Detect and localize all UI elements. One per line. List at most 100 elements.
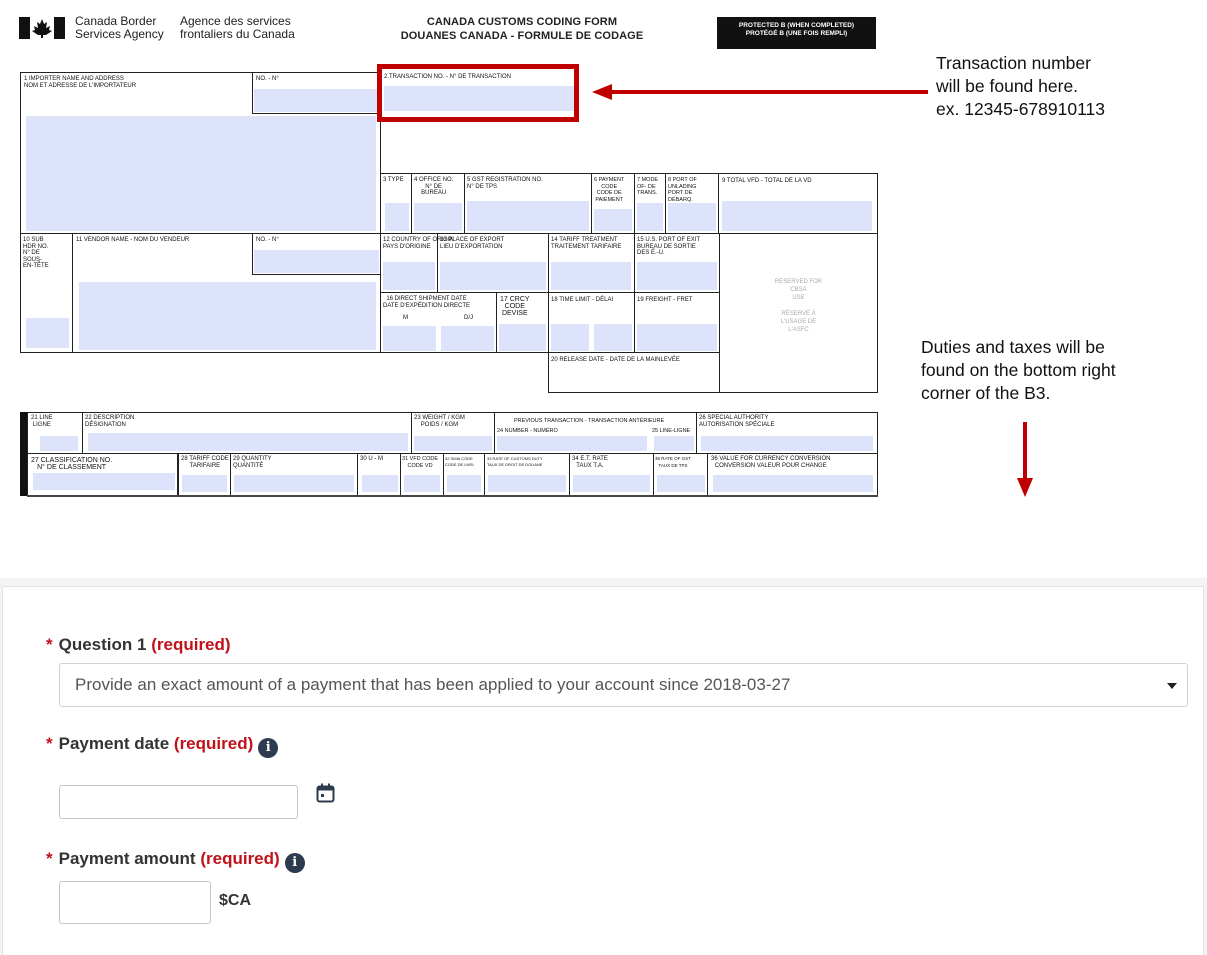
field-25-label: 25 LINE-LIGNE: [652, 428, 691, 434]
field-29-fill: [234, 475, 354, 492]
field-22-fill: [88, 433, 408, 451]
field-25-fill: [654, 436, 694, 451]
field-20-label: 20 RELEASE DATE - DATE DE LA MAINLEVÉE: [551, 357, 680, 363]
field-3-label: 3 TYPE: [383, 177, 404, 183]
duties-taxes-note: Duties and taxes will be found on the bo…: [921, 337, 1116, 403]
transaction-highlight-box: [377, 64, 579, 122]
field-28-label: 28 TARIFF CODE TARIFAIRE: [181, 456, 229, 469]
field-4-label: 4 OFFICE NO. N° DE BUREAU: [414, 177, 454, 196]
field-31-label: 31 VFD CODE CODE VD: [402, 456, 439, 469]
field-35-fill: [657, 475, 705, 492]
field-30-fill: [362, 475, 398, 492]
field-33-fill: [488, 475, 566, 492]
field-10-label: 10 SUB HDR NO. N° DE SOUS- EN-TÊTE: [23, 237, 49, 269]
field-6-fill: [594, 209, 632, 231]
field-32-label: 32 SIMA CODE CODE DE LMSI: [445, 456, 474, 467]
field-21-label: 21 LINE LIGNE: [31, 415, 53, 428]
field-16-month-label: M: [403, 315, 408, 321]
field-19-fill: [637, 324, 717, 351]
field-34-fill: [573, 475, 650, 492]
field-6-label: 6 PAYMENT CODE CODE DE PAIEMENT: [594, 177, 625, 203]
payment-date-text: Payment date: [58, 734, 170, 753]
field-16-month-fill: [383, 326, 436, 351]
question-1-label: * Question 1 (required): [46, 635, 231, 655]
field-1-label: 1 IMPORTER NAME AND ADDRESS NOM ET ADRES…: [24, 76, 137, 89]
vendor-no-label: NO. - N°: [256, 237, 279, 243]
payment-amount-input[interactable]: [59, 881, 211, 924]
importer-no-fill: [254, 89, 379, 112]
field-23-label: 23 WEIGHT / KGM POIDS / KGM: [414, 415, 465, 428]
field-29-label: 29 QUANTITY QUANTITÉ: [233, 456, 272, 469]
field-32-fill: [447, 475, 481, 492]
reserved-cbsa-label: RESERVED FOR CBSA USE RÉSERVÉ À L'USAGE …: [774, 279, 823, 333]
field-28-fill: [182, 475, 227, 492]
field-17-label: 17 CRCY CODE DEVISE: [500, 296, 530, 317]
field-36-fill: [713, 475, 873, 492]
field-27-label: 27 CLASSIFICATION NO. N° DE CLASSEMENT: [31, 457, 113, 471]
field-30-label: 30 U - M: [360, 456, 384, 462]
payment-date-input[interactable]: [59, 785, 298, 819]
importer-address-fill: [26, 116, 376, 231]
transaction-number-note: Transaction number will be found here. e…: [936, 53, 1105, 119]
required-indicator: (required): [173, 734, 254, 753]
field-14-label: 14 TARIFF TREATMENT TRAITEMENT TARIFAIRE: [551, 237, 622, 250]
field-11-label: 11 VENDOR NAME - NOM DU VENDEUR: [76, 237, 190, 243]
field-13-fill: [440, 262, 546, 290]
field-18-fill-a: [551, 324, 589, 351]
field-24-fill: [497, 436, 647, 451]
field-9-fill: [722, 201, 872, 231]
arrow-down-icon: [1017, 422, 1033, 497]
info-icon[interactable]: i: [258, 738, 279, 758]
field-21-fill: [40, 436, 78, 451]
required-star: *: [46, 734, 53, 753]
caret-down-icon: [1167, 683, 1177, 689]
field-8-fill: [668, 203, 716, 231]
required-indicator: (required): [151, 635, 231, 654]
payment-amount-text: Payment amount: [58, 849, 196, 868]
vendor-name-fill: [79, 282, 376, 350]
field-7-fill: [637, 203, 663, 231]
field-33-label: 33 RATE OF CUSTOMS DUTY TAUX DE DROIT DE…: [487, 456, 543, 467]
field-5-label: 5 GST REGISTRATION NO. N° DE TPS: [467, 177, 543, 190]
field-5-fill: [467, 201, 589, 231]
payment-amount-label: * Payment amount (required) i: [46, 849, 305, 873]
field-26-fill: [701, 436, 873, 451]
form-title: CANADA CUSTOMS CODING FORM DOUANES CANADA…: [400, 16, 644, 42]
field-7-label: 7 MODE OF- DE TRANS.: [637, 177, 659, 196]
field-10-fill: [26, 318, 69, 348]
canada-flag-icon: [19, 17, 65, 39]
field-13-label: 13 PLACE OF EXPORT LIEU D'EXPORTATION: [440, 237, 505, 250]
question-1-select[interactable]: Provide an exact amount of a payment tha…: [59, 663, 1188, 707]
field-16-day-fill: [441, 326, 494, 351]
required-indicator: (required): [200, 849, 280, 868]
field-23-fill: [414, 436, 492, 451]
calendar-icon[interactable]: [316, 783, 335, 803]
currency-label: $CA: [219, 892, 252, 909]
field-no-label: NO. - N°: [256, 76, 279, 82]
field-17-fill: [499, 324, 546, 351]
agency-name-en: Canada Border Services Agency: [75, 14, 164, 41]
arrow-left-icon: [592, 84, 928, 100]
field-36-label: 36 VALUE FOR CURRENCY CONVERSION CONVERS…: [711, 456, 831, 469]
vendor-no-fill: [254, 250, 379, 273]
field-15-label: 15 U.S. PORT OF EXIT BUREAU DE SORTIE DE…: [637, 237, 701, 256]
protected-b-badge: PROTECTED B (WHEN COMPLETED) PROTÉGÉ B (U…: [717, 17, 876, 49]
field-15-fill: [637, 262, 717, 290]
field-27-fill: [33, 473, 175, 490]
field-9-label: 9 TOTAL VFD - TOTAL DE LA VD: [722, 178, 812, 184]
question-1-text: Question 1: [58, 635, 147, 654]
field-31-fill: [404, 475, 440, 492]
field-34-label: 34 E.T. RATE TAUX T.A.: [572, 456, 608, 469]
field-8-label: 8 PORT OF UNLADING PORT DE DÉBARQ.: [668, 177, 697, 203]
question-1-selected-value: Provide an exact amount of a payment tha…: [75, 675, 791, 694]
field-18-label: 18 TIME LIMIT - DÉLAI: [551, 297, 614, 303]
info-icon[interactable]: i: [284, 853, 305, 873]
field-4-fill: [414, 203, 462, 231]
cut-off-row: [27, 495, 878, 497]
field-16-day-label: D/J: [464, 315, 473, 321]
field-16-label: 16 DIRECT SHIPMENT DATE DATE D'EXPÉDITIO…: [383, 296, 471, 309]
field-19-label: 19 FREIGHT - FRET: [637, 297, 693, 303]
field-35-label: 35 RATE OF GST TAUX DE TPS: [655, 456, 691, 468]
field-22-label: 22 DESCRIPTION DÉSIGNATION: [85, 415, 135, 428]
field-24-label: 24 NUMBER - NUMÉRO: [497, 428, 558, 434]
